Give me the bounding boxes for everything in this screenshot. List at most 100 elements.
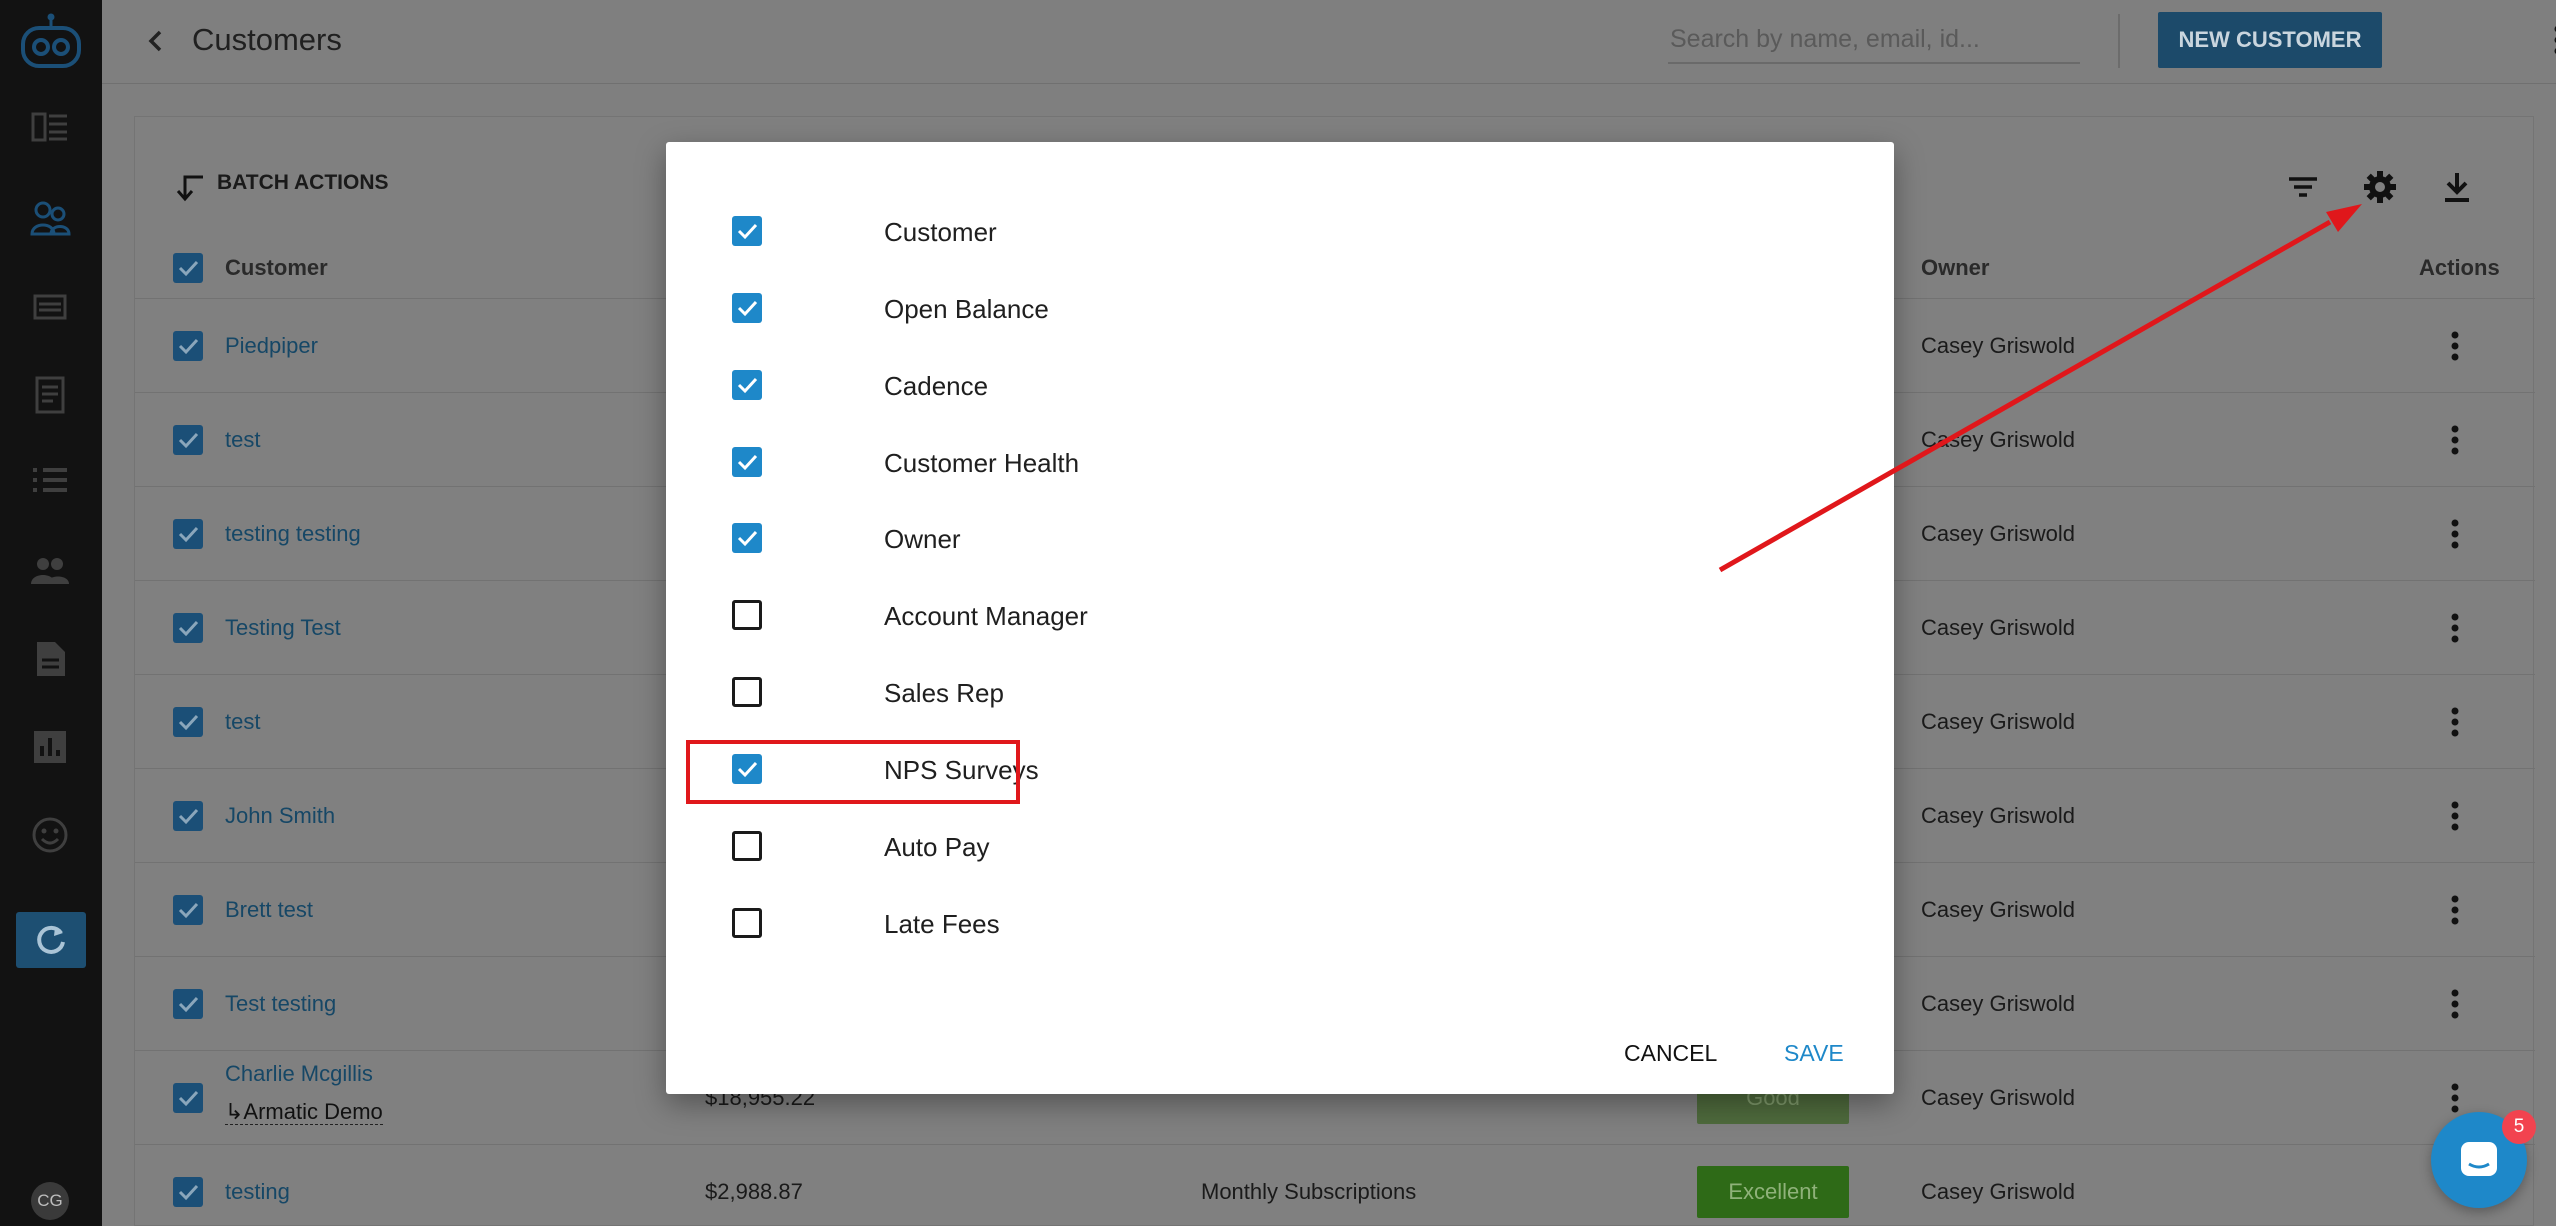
- top-bar: Customers Search by name, email, id... N…: [102, 0, 2556, 84]
- customer-link[interactable]: John Smith: [225, 803, 335, 829]
- row-actions-icon[interactable]: [2443, 422, 2467, 458]
- row-actions-icon[interactable]: [2443, 798, 2467, 834]
- option-sales-rep[interactable]: Sales Rep: [732, 672, 1332, 712]
- row-actions-icon[interactable]: [2443, 986, 2467, 1022]
- back-arrow-icon[interactable]: [140, 24, 170, 58]
- invoices-icon[interactable]: [29, 374, 71, 416]
- row-checkbox[interactable]: [173, 519, 203, 549]
- parent-account-link[interactable]: ↳Armatic Demo: [225, 1099, 383, 1125]
- sidebar: CG: [0, 0, 102, 1226]
- row-checkbox[interactable]: [173, 331, 203, 361]
- option-customer[interactable]: Customer: [732, 211, 1332, 251]
- customer-link[interactable]: Brett test: [225, 897, 313, 923]
- option-owner[interactable]: Owner: [732, 518, 1332, 558]
- checkbox-checked-icon[interactable]: [732, 216, 762, 246]
- row-actions-icon[interactable]: [2443, 892, 2467, 928]
- option-label: Customer Health: [884, 448, 1080, 478]
- row-actions-icon[interactable]: [2443, 1080, 2467, 1116]
- option-label: Sales Rep: [884, 678, 1004, 708]
- robot-logo-icon[interactable]: [19, 12, 83, 74]
- customer-link[interactable]: Testing Test: [225, 615, 341, 641]
- download-icon[interactable]: [2437, 167, 2477, 207]
- customer-link[interactable]: test: [225, 709, 260, 735]
- column-owner[interactable]: Owner: [1921, 255, 1989, 281]
- owner-cell: Casey Griswold: [1921, 803, 2076, 828]
- customers-icon[interactable]: [29, 198, 71, 240]
- select-all-checkbox[interactable]: [173, 253, 203, 283]
- checkbox-unchecked-icon[interactable]: [732, 600, 762, 630]
- document-icon[interactable]: [29, 638, 71, 680]
- batch-arrow-icon: [173, 171, 205, 203]
- refresh-button[interactable]: [16, 912, 86, 968]
- owner-cell: Casey Griswold: [1921, 1085, 2076, 1110]
- column-settings-dialog: Customer Open Balance Cadence Customer H…: [666, 142, 1894, 1094]
- notification-badge: 5: [2502, 1110, 2536, 1144]
- option-label: Customer: [884, 217, 997, 247]
- row-actions-icon[interactable]: [2443, 516, 2467, 552]
- page-title: Customers: [192, 22, 342, 57]
- row-checkbox[interactable]: [173, 989, 203, 1019]
- owner-cell: Casey Griswold: [1921, 427, 2076, 452]
- row-checkbox[interactable]: [173, 1177, 203, 1207]
- option-label: Open Balance: [884, 294, 1049, 324]
- cancel-button[interactable]: CANCEL: [1624, 1040, 1717, 1067]
- gear-icon[interactable]: [2360, 167, 2400, 207]
- reports-icon[interactable]: [29, 726, 71, 768]
- row-checkbox[interactable]: [173, 707, 203, 737]
- search-input[interactable]: Search by name, email, id...: [1668, 18, 2080, 64]
- option-open-balance[interactable]: Open Balance: [732, 288, 1332, 328]
- checkbox-checked-icon[interactable]: [732, 447, 762, 477]
- owner-cell: Casey Griswold: [1921, 615, 2076, 640]
- row-checkbox[interactable]: [173, 425, 203, 455]
- row-actions-icon[interactable]: [2443, 328, 2467, 364]
- row-actions-icon[interactable]: [2443, 704, 2467, 740]
- checkbox-unchecked-icon[interactable]: [732, 677, 762, 707]
- option-label: Auto Pay: [884, 832, 990, 862]
- checkbox-checked-icon[interactable]: [732, 370, 762, 400]
- save-button[interactable]: SAVE: [1784, 1040, 1844, 1067]
- more-menu-icon[interactable]: [2546, 22, 2556, 58]
- option-label: Account Manager: [884, 601, 1088, 631]
- row-checkbox[interactable]: [173, 613, 203, 643]
- option-cadence[interactable]: Cadence: [732, 365, 1332, 405]
- option-label: Owner: [884, 524, 961, 554]
- contacts-icon[interactable]: [29, 550, 71, 592]
- row-checkbox[interactable]: [173, 1083, 203, 1113]
- row-checkbox[interactable]: [173, 801, 203, 831]
- customer-link[interactable]: test: [225, 427, 260, 453]
- checkbox-checked-icon[interactable]: [732, 523, 762, 553]
- table-row[interactable]: testing $2,988.87 Monthly Subscriptions …: [135, 1145, 2535, 1226]
- customer-link[interactable]: Charlie Mcgillis: [225, 1061, 373, 1087]
- subscriptions-icon[interactable]: [29, 286, 71, 328]
- open-balance-cell: $2,988.87: [705, 1179, 803, 1204]
- checkbox-unchecked-icon[interactable]: [732, 831, 762, 861]
- option-late-fees[interactable]: Late Fees: [732, 903, 1332, 943]
- option-customer-health[interactable]: Customer Health: [732, 442, 1332, 482]
- row-actions-icon[interactable]: [2443, 610, 2467, 646]
- list-icon[interactable]: [29, 460, 71, 502]
- new-customer-button[interactable]: NEW CUSTOMER: [2158, 12, 2382, 68]
- customer-link[interactable]: testing testing: [225, 521, 361, 547]
- avatar[interactable]: CG: [31, 1182, 69, 1220]
- cadence-cell: Monthly Subscriptions: [1201, 1179, 1417, 1204]
- owner-cell: Casey Griswold: [1921, 709, 2076, 734]
- parent-account-label: ↳Armatic Demo: [225, 1099, 383, 1125]
- health-badge: Excellent: [1697, 1166, 1849, 1218]
- batch-actions-label: BATCH ACTIONS: [217, 171, 389, 194]
- option-label: Cadence: [884, 371, 989, 401]
- smiley-icon[interactable]: [29, 814, 71, 856]
- customer-link[interactable]: testing: [225, 1179, 290, 1205]
- checkbox-checked-icon[interactable]: [732, 293, 762, 323]
- filter-icon[interactable]: [2283, 167, 2323, 207]
- customer-link[interactable]: Piedpiper: [225, 333, 318, 359]
- option-label: Late Fees: [884, 909, 1000, 939]
- customer-link[interactable]: Test testing: [225, 991, 336, 1017]
- refresh-icon: [37, 925, 65, 954]
- column-customer[interactable]: Customer: [225, 255, 328, 281]
- checkbox-unchecked-icon[interactable]: [732, 908, 762, 938]
- option-auto-pay[interactable]: Auto Pay: [732, 826, 1332, 866]
- owner-cell: Casey Griswold: [1921, 521, 2076, 546]
- row-checkbox[interactable]: [173, 895, 203, 925]
- dashboard-icon[interactable]: [29, 106, 71, 148]
- option-account-manager[interactable]: Account Manager: [732, 595, 1332, 635]
